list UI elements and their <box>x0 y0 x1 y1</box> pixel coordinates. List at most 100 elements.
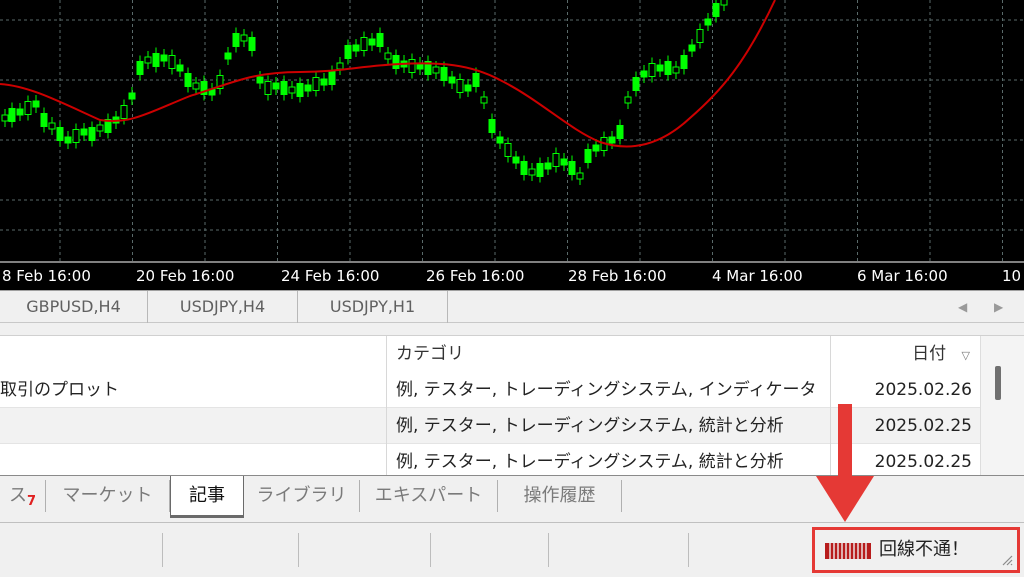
candle <box>192 82 200 90</box>
vertical-scrollbar[interactable] <box>980 336 1024 476</box>
candle <box>544 162 552 170</box>
row-category: 例, テスター, トレーディングシステム, 統計と分析 <box>396 416 784 436</box>
candle <box>96 124 104 132</box>
column-header-category[interactable]: カテゴリ <box>396 336 826 372</box>
tab-library[interactable]: ライブラリ <box>244 480 360 512</box>
column-divider <box>386 336 387 476</box>
chart-tab-gbpusd-h4[interactable]: GBPUSD,H4 <box>0 291 148 323</box>
tab-experts[interactable]: エキスパート <box>360 480 498 512</box>
candle <box>408 59 416 73</box>
candle <box>32 100 40 108</box>
tab-market[interactable]: マーケット <box>46 480 170 512</box>
candle <box>672 66 680 74</box>
time-label: 26 Feb 16:00 <box>426 267 524 285</box>
status-divider <box>548 533 549 567</box>
candle <box>392 55 400 69</box>
scrollbar-thumb[interactable] <box>995 366 1001 400</box>
candle <box>688 44 696 52</box>
candle <box>240 34 248 42</box>
candle <box>248 37 256 51</box>
candle <box>472 73 480 87</box>
candle <box>656 64 664 72</box>
chart-canvas[interactable]: 8 Feb 16:00 20 Feb 16:00 24 Feb 16:00 26… <box>0 0 1024 290</box>
candle <box>40 113 48 127</box>
candle <box>336 62 344 70</box>
connection-status-text: 回線不通！ <box>879 539 969 560</box>
candle <box>56 127 64 141</box>
candle <box>496 136 504 144</box>
candle <box>368 38 376 46</box>
candle <box>456 79 464 93</box>
scroll-right-icon[interactable]: ▶ <box>994 291 1003 323</box>
candle <box>352 44 360 52</box>
status-divider <box>430 533 431 567</box>
candle <box>664 61 672 75</box>
candle <box>344 45 352 59</box>
time-label: 8 Feb 16:00 <box>2 267 91 285</box>
scroll-left-icon[interactable]: ◀ <box>958 291 967 323</box>
time-label: 6 Mar 16:00 <box>857 267 948 285</box>
sort-descending-icon[interactable]: ▽ <box>962 349 970 362</box>
candle <box>256 76 264 84</box>
candle <box>480 96 488 104</box>
tab-journal[interactable]: 操作履歴 <box>498 480 622 512</box>
status-divider <box>162 533 163 567</box>
candle <box>464 84 472 92</box>
red-arrow-icon <box>816 404 874 522</box>
candle <box>592 144 600 152</box>
candle <box>432 66 440 74</box>
candle <box>144 56 152 64</box>
candle <box>8 108 16 122</box>
tab-articles[interactable]: 記事 <box>170 476 244 516</box>
candle <box>696 29 704 43</box>
tab-badge: 7 <box>26 494 37 509</box>
candle <box>520 161 528 175</box>
row-category: 例, テスター, トレーディングシステム, インディケータ <box>396 380 817 400</box>
candle <box>224 52 232 60</box>
connection-status[interactable]: 回線不通！ <box>812 527 1020 573</box>
candle <box>552 153 560 167</box>
candle <box>264 81 272 95</box>
candle <box>640 70 648 78</box>
candle <box>64 136 72 144</box>
candle <box>24 101 32 115</box>
candle <box>528 168 536 176</box>
candle <box>288 86 296 94</box>
candle <box>176 64 184 72</box>
time-label: 20 Feb 16:00 <box>136 267 234 285</box>
candle <box>376 33 384 47</box>
candle <box>128 92 136 100</box>
candle <box>160 54 168 62</box>
tab-news[interactable]: ス7 <box>0 480 46 512</box>
chart-tab-usdjpy-h4[interactable]: USDJPY,H4 <box>148 291 298 323</box>
candle <box>312 77 320 91</box>
candle <box>568 161 576 175</box>
status-bar: 回線不通！ <box>0 522 1024 577</box>
chart-tab-usdjpy-h1[interactable]: USDJPY,H1 <box>298 291 448 323</box>
candle <box>624 96 632 104</box>
status-divider <box>298 533 299 567</box>
candle <box>152 53 160 67</box>
column-header-date-label: 日付 <box>912 344 947 364</box>
price-chart[interactable]: 8 Feb 16:00 20 Feb 16:00 24 Feb 16:00 26… <box>0 0 1024 290</box>
candle <box>304 84 312 92</box>
candle <box>296 83 304 97</box>
resize-grip-icon[interactable] <box>1001 554 1013 566</box>
time-label: 4 Mar 16:00 <box>712 267 803 285</box>
time-label: 28 Feb 16:00 <box>568 267 666 285</box>
candle <box>16 108 24 116</box>
time-label: 24 Feb 16:00 <box>281 267 379 285</box>
candle <box>504 143 512 157</box>
time-label: 10 <box>1002 267 1021 285</box>
candle <box>608 136 616 144</box>
candle <box>680 55 688 69</box>
row-title: 取引のプロット <box>0 380 119 400</box>
time-axis: 8 Feb 16:00 20 Feb 16:00 24 Feb 16:00 26… <box>2 267 1021 285</box>
candle <box>168 55 176 69</box>
column-header-date[interactable]: 日付 ▽ <box>840 336 970 372</box>
candle <box>328 71 336 85</box>
candle <box>704 18 712 26</box>
candle <box>536 163 544 177</box>
candle <box>512 156 520 164</box>
column-header-title[interactable] <box>0 336 386 372</box>
